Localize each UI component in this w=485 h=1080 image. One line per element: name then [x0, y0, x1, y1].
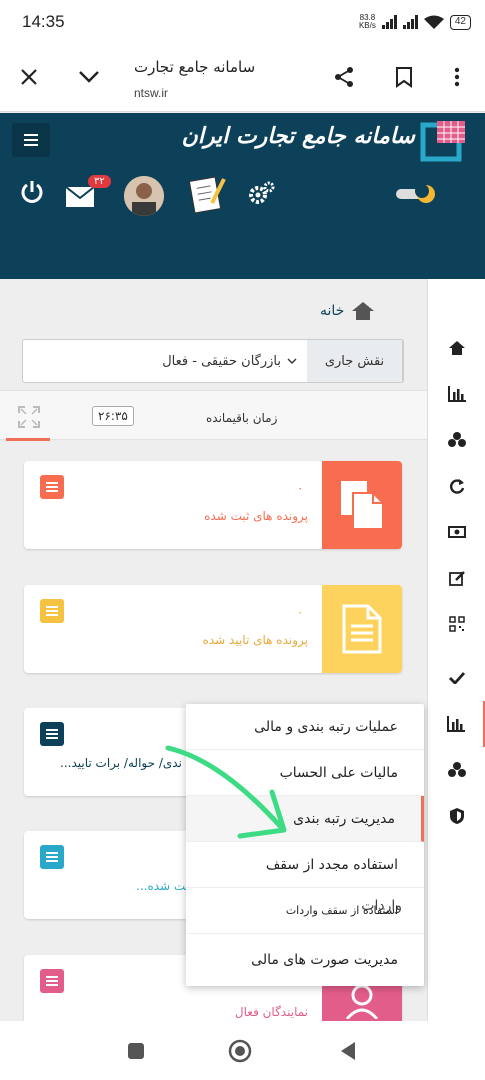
wifi-icon: [423, 15, 444, 29]
bookmark-icon[interactable]: [389, 62, 419, 92]
site-logo-text: سامانه جامع تجارت ایران: [181, 123, 415, 149]
card-menu-icon[interactable]: [40, 969, 64, 993]
clipboard-icon[interactable]: [188, 173, 226, 219]
role-selected-value: بازرگان حقیقی - فعال: [162, 353, 281, 369]
card-approved-files[interactable]: ۰ پرونده های تایید شده: [24, 585, 402, 673]
sidebar-money-icon[interactable]: [428, 509, 485, 555]
page-title: سامانه جامع تجارت: [134, 58, 256, 76]
signal-icon: [381, 15, 397, 29]
card-registered-files[interactable]: ۰ پرونده های ثبت شده: [24, 461, 402, 549]
sidebar-cubes-icon[interactable]: [428, 417, 485, 463]
chevron-down-icon[interactable]: [74, 62, 104, 92]
card-count: ۰: [297, 481, 304, 495]
sidebar-qr-icon[interactable]: [428, 601, 485, 647]
card-count: ۰: [297, 605, 304, 619]
status-bar: 14:35 83.8 KB/s 42: [0, 0, 485, 46]
timer-value: ۲۶:۳۵: [92, 406, 134, 426]
close-icon[interactable]: [14, 62, 44, 92]
role-label: نقش جاری: [307, 340, 403, 382]
card-icon-panel: [322, 461, 402, 549]
sidebar-shield-icon[interactable]: [428, 793, 485, 839]
breadcrumb-home-link[interactable]: خانه: [320, 303, 344, 319]
site-header: سامانه جامع تجارت ایران ۳۲: [0, 113, 485, 279]
android-nav-bar: [0, 1021, 485, 1080]
menu-overlap-text: واردات: [361, 898, 402, 914]
chevron-down-icon: [287, 358, 297, 364]
sidebar-check-icon[interactable]: [428, 655, 485, 701]
battery-indicator: 42: [449, 14, 471, 30]
hamburger-icon[interactable]: [12, 123, 50, 157]
signal-icon-2: [402, 15, 418, 29]
notification-badge: ۳۲: [88, 175, 111, 188]
sidebar-chart-icon[interactable]: [428, 371, 485, 417]
power-icon[interactable]: [20, 179, 44, 209]
back-icon[interactable]: [336, 1039, 360, 1063]
site-logo-icon: [420, 121, 465, 162]
role-selector[interactable]: بازرگان حقیقی - فعال نقش جاری: [22, 339, 404, 383]
timer-tab-indicator: [6, 438, 50, 441]
right-sidebar: [427, 279, 485, 1021]
card-label: پرونده های تایید شده: [202, 633, 308, 647]
home-icon: [352, 302, 375, 320]
more-icon[interactable]: [442, 62, 472, 92]
sidebar-refresh-icon[interactable]: [428, 463, 485, 509]
files-icon: [341, 481, 384, 530]
card-menu-icon[interactable]: [40, 475, 64, 499]
card-label: پرونده های ثبت شده: [204, 509, 308, 523]
sidebar-edit-icon[interactable]: [428, 555, 485, 601]
browser-toolbar: سامانه جامع تجارت ntsw.ir: [0, 46, 485, 112]
role-select[interactable]: بازرگان حقیقی - فعال: [23, 340, 307, 382]
card-menu-icon[interactable]: [40, 845, 64, 869]
network-speed: 83.8 KB/s: [358, 13, 376, 30]
card-label: ...یت شده: [136, 879, 190, 893]
annotation-arrow: [165, 745, 287, 839]
document-icon: [342, 604, 382, 654]
card-menu-icon[interactable]: [40, 599, 64, 623]
breadcrumb: خانه: [320, 302, 375, 320]
session-timer-bar: زمان باقیمانده ۲۶:۳۵: [0, 390, 427, 440]
timer-label: زمان باقیمانده: [206, 411, 278, 425]
home-button-icon[interactable]: [228, 1039, 252, 1063]
menu-item-import-ceiling[interactable]: استفاده از سقف واردات واردات: [186, 888, 424, 934]
card-label: نمایندگان فعال: [234, 1005, 308, 1019]
recent-apps-icon[interactable]: [124, 1039, 148, 1063]
mail-icon[interactable]: [65, 186, 95, 211]
card-menu-icon[interactable]: [40, 722, 64, 746]
share-icon[interactable]: [329, 62, 359, 92]
sidebar-home-icon[interactable]: [428, 325, 485, 371]
sidebar-cubes-icon-2[interactable]: [428, 747, 485, 793]
sidebar-chart-active-icon[interactable]: [428, 701, 485, 747]
page-url: ntsw.ir: [134, 86, 169, 100]
dark-mode-toggle[interactable]: [396, 181, 440, 211]
menu-item-financial-statements[interactable]: مدیریت صورت های مالی: [186, 934, 424, 986]
status-time: 14:35: [22, 12, 65, 31]
settings-icon[interactable]: [248, 181, 276, 209]
status-icons: 83.8 KB/s 42: [359, 14, 471, 30]
avatar[interactable]: [124, 176, 164, 216]
fullscreen-icon[interactable]: [18, 406, 40, 432]
card-icon-panel: [322, 585, 402, 673]
